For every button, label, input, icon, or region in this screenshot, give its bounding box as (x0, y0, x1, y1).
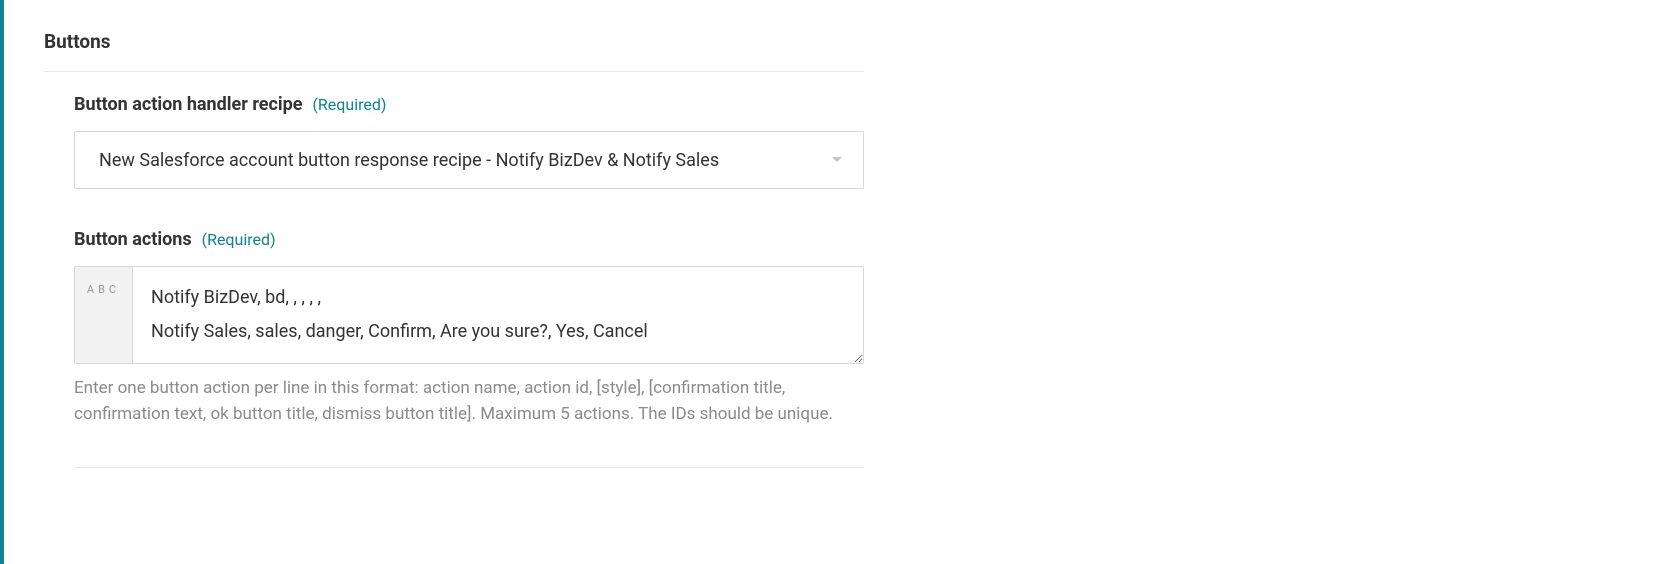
divider (74, 467, 864, 468)
actions-textarea-wrapper: ABC (74, 266, 864, 364)
actions-label-row: Button actions (Required) (74, 229, 864, 250)
handler-select-wrapper (74, 131, 864, 189)
handler-label-row: Button action handler recipe (Required) (74, 94, 864, 115)
text-mode-icon: ABC (75, 267, 133, 363)
actions-textarea[interactable] (133, 267, 863, 363)
handler-label: Button action handler recipe (74, 94, 302, 115)
actions-required: (Required) (202, 230, 276, 249)
handler-required: (Required) (312, 95, 386, 114)
handler-select[interactable] (74, 131, 864, 189)
buttons-section-container: Buttons Button action handler recipe (Re… (4, 0, 904, 488)
handler-field-group: Button action handler recipe (Required) (44, 94, 864, 189)
section-title: Buttons (44, 30, 864, 72)
actions-field-group: Button actions (Required) ABC Enter one … (44, 229, 864, 427)
actions-label: Button actions (74, 229, 192, 250)
actions-help-text: Enter one button action per line in this… (74, 376, 864, 427)
